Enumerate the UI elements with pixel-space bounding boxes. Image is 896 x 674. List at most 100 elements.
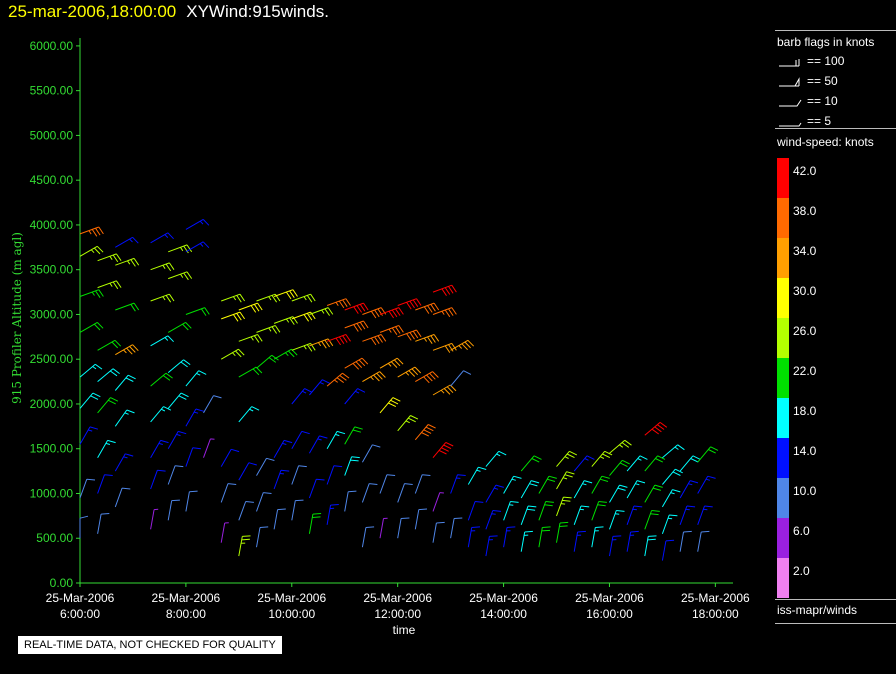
colorbar-swatch (777, 158, 789, 198)
wind-barb (679, 505, 696, 525)
colorbar-label: 38.0 (793, 204, 817, 218)
wind-barb (150, 293, 175, 303)
wind-barb (185, 241, 210, 253)
wind-barb (238, 334, 263, 343)
wind-barb (79, 478, 96, 499)
wind-barb (150, 508, 159, 530)
x-tick-date: 25-Mar-2006 (469, 591, 538, 605)
wind-barb (79, 226, 104, 237)
wind-barb (679, 455, 701, 472)
wind-barb (150, 262, 175, 272)
wind-barb (150, 469, 166, 490)
wind-barb (662, 468, 683, 485)
y-tick-label: 500.00 (36, 531, 73, 545)
y-tick-label: 4000.00 (30, 218, 74, 232)
legend-panel: barb flags in knots == 100 == 50 == 10 == 5… (775, 28, 896, 628)
wind-barb (644, 510, 660, 530)
wind-barb-plot: 0.00 500.00 1000.00 1500.00 2000.00 2500.00 30… (10, 38, 750, 637)
wind-barb (97, 397, 119, 414)
barb-legend-label: == 5 (807, 114, 832, 128)
wind-barb (238, 302, 263, 313)
colorbar-label: 6.0 (793, 524, 810, 538)
y-tick-label: 3500.00 (30, 263, 74, 277)
colorbar-swatch (777, 198, 789, 238)
wind-barb (308, 513, 322, 534)
wind-barb (485, 484, 504, 503)
wind-barb (256, 526, 269, 548)
x-tick-date: 25-Mar-2006 (257, 591, 326, 605)
wind-barb (115, 344, 139, 356)
colorbar-label: 10.0 (793, 484, 817, 498)
y-tick-label: 6000.00 (30, 39, 74, 53)
wind-barb (609, 459, 630, 476)
wind-barb (114, 409, 135, 427)
wind-barb (309, 307, 334, 316)
wind-barb (432, 342, 457, 353)
wind-barb (256, 457, 275, 476)
wind-barb (203, 438, 215, 458)
x-tick-time: 8:00:00 (166, 607, 206, 621)
wind-barb (520, 530, 533, 552)
y-tick-label: 2500.00 (30, 352, 74, 366)
wind-barb (432, 284, 457, 296)
wind-barb (238, 535, 251, 557)
wind-barb (661, 514, 678, 534)
barb-legend-title: barb flags in knots (777, 35, 875, 49)
colorbar-label: 14.0 (793, 444, 817, 458)
x-tick-time: 14:00:00 (480, 607, 527, 621)
wind-barb (256, 354, 279, 369)
wind-barb (644, 421, 668, 436)
wind-barb (485, 450, 507, 467)
wind-barb (591, 526, 604, 548)
y-tick-label: 5000.00 (30, 128, 74, 142)
wind-barb (626, 455, 648, 472)
y-tick-label: 5500.00 (30, 84, 74, 98)
wind-barb (414, 424, 436, 441)
wind-barb (256, 325, 281, 334)
wind-barb (326, 465, 343, 485)
colorbar-title: wind-speed: knots (777, 135, 874, 149)
wind-barb (185, 490, 198, 512)
barb-flag-icon (779, 99, 802, 107)
wind-barb (291, 388, 313, 405)
wind-barb (397, 517, 410, 539)
wind-barb (432, 441, 454, 459)
wind-barb (467, 501, 484, 521)
wind-barb (256, 492, 272, 512)
wind-barb (397, 483, 413, 503)
wind-barb (644, 535, 657, 557)
wind-barb (326, 298, 351, 309)
wind-barb (326, 504, 339, 525)
x-tick-date: 25-Mar-2006 (575, 591, 644, 605)
wind-barb (379, 474, 396, 494)
y-tick-label: 4500.00 (30, 173, 74, 187)
wind-barb (379, 307, 404, 319)
colorbar-label: 18.0 (793, 404, 817, 418)
wind-barb (591, 450, 613, 467)
wind-barb (520, 505, 537, 525)
wind-barb (644, 455, 666, 472)
wind-barb (556, 471, 575, 490)
wind-barb (238, 462, 257, 481)
wind-barb (114, 374, 136, 391)
wind-barb (661, 539, 675, 561)
wind-barb (97, 253, 122, 263)
barb-flag-icon (779, 77, 800, 87)
wind-barb (185, 408, 204, 427)
x-tick-time: 6:00:00 (60, 607, 100, 621)
wind-barb (662, 444, 685, 459)
quality-notice: REAL-TIME DATA, NOT CHECKED FOR QUALITY (18, 636, 282, 654)
barb-legend-label: == 100 (807, 54, 845, 68)
wind-barb (344, 320, 369, 332)
wind-barb (115, 257, 140, 267)
wind-barb (167, 392, 189, 409)
wind-barb (362, 307, 387, 319)
wind-barb (79, 321, 104, 333)
wind-barb (220, 483, 237, 503)
wind-barb (273, 508, 286, 530)
legend-divider (775, 30, 896, 31)
wind-barb (503, 475, 522, 494)
x-tick-time: 18:00:00 (692, 607, 739, 621)
wind-barb (97, 280, 122, 290)
colorbar-swatch (777, 438, 789, 478)
